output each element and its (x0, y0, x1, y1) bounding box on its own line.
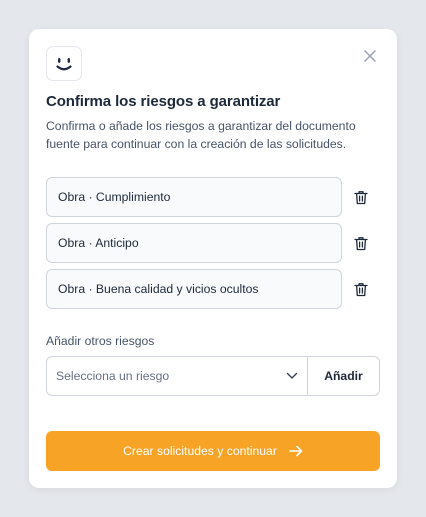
risk-select[interactable]: Selecciona un riesgo (47, 357, 308, 395)
dialog-description: Confirma o añade los riesgos a garantiza… (46, 119, 356, 151)
arrow-right-icon (289, 445, 303, 457)
add-risks-label: Añadir otros riesgos (46, 334, 155, 348)
confirm-risks-dialog: Confirma los riesgos a garantizar Confir… (29, 29, 397, 488)
select-placeholder: Selecciona un riesgo (56, 369, 170, 383)
trash-icon (354, 190, 368, 204)
delete-risk-button[interactable] (352, 234, 370, 252)
close-button[interactable] (362, 48, 378, 64)
smiley-face-icon (56, 57, 72, 70)
close-icon (364, 50, 376, 62)
create-requests-label: Crear solicitudes y continuar (123, 444, 277, 458)
chevron-down-icon (286, 372, 298, 379)
risk-label: Obra · Anticipo (58, 236, 139, 250)
dialog-title: Confirma los riesgos a garantizar (46, 93, 281, 110)
risk-row: Obra · Anticipo (46, 223, 379, 263)
logo (46, 46, 82, 81)
create-requests-button[interactable]: Crear solicitudes y continuar (46, 431, 380, 471)
delete-risk-button[interactable] (352, 280, 370, 298)
risk-row: Obra · Cumplimiento (46, 177, 379, 217)
trash-icon (354, 236, 368, 250)
add-risk-button[interactable]: Añadir (308, 357, 379, 395)
risk-field[interactable]: Obra · Cumplimiento (46, 177, 342, 217)
risk-field[interactable]: Obra · Anticipo (46, 223, 342, 263)
risk-label: Obra · Buena calidad y vicios ocultos (58, 282, 259, 296)
delete-risk-button[interactable] (352, 188, 370, 206)
risk-label: Obra · Cumplimiento (58, 190, 171, 204)
trash-icon (354, 282, 368, 296)
add-risk-group: Selecciona un riesgo Añadir (46, 356, 380, 396)
risk-field[interactable]: Obra · Buena calidad y vicios ocultos (46, 269, 342, 309)
risk-row: Obra · Buena calidad y vicios ocultos (46, 269, 379, 309)
